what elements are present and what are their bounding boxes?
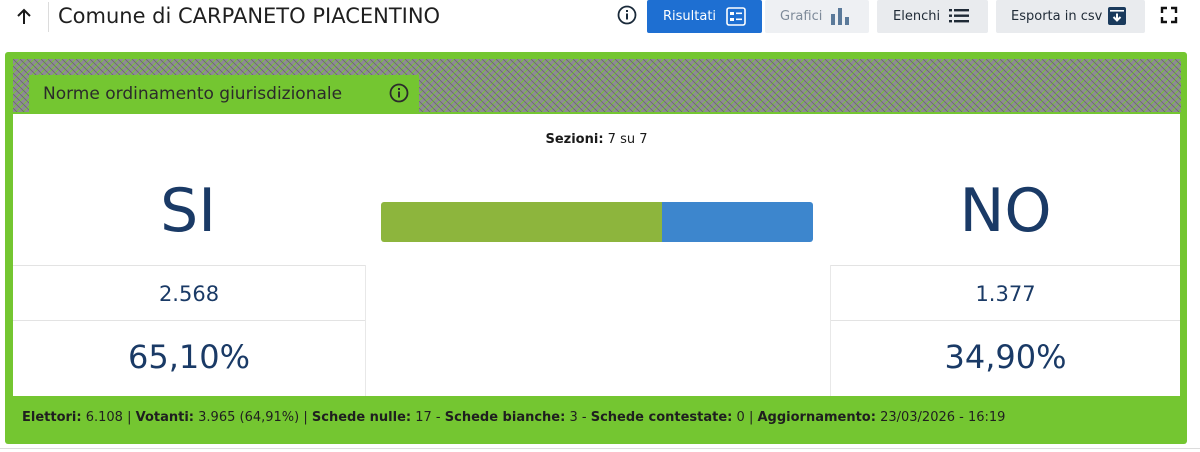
row-divider bbox=[831, 265, 1180, 266]
pattern-band: Norme ordinamento giurisdizionale bbox=[13, 59, 1181, 112]
aggiornamento-label: Aggiornamento: bbox=[757, 410, 876, 425]
results-panel: Sezioni: 7 su 7 SI NO 2.568 1.377 65,10%… bbox=[13, 114, 1180, 396]
no-votes: 1.377 bbox=[975, 282, 1036, 306]
section-header: Norme ordinamento giurisdizionale bbox=[29, 75, 419, 112]
fullscreen-button[interactable] bbox=[1158, 4, 1180, 26]
risultati-button[interactable]: Risultati bbox=[647, 0, 762, 33]
elenchi-label: Elenchi bbox=[893, 9, 941, 24]
risultati-label: Risultati bbox=[663, 9, 717, 24]
si-label: SI bbox=[160, 176, 216, 246]
grafici-label: Grafici bbox=[780, 9, 823, 24]
result-card: Norme ordinamento giurisdizionale Sezion… bbox=[5, 52, 1187, 444]
si-votes: 2.568 bbox=[158, 282, 220, 306]
si-bar-segment bbox=[381, 202, 663, 242]
back-button[interactable] bbox=[8, 2, 40, 32]
row-divider bbox=[13, 265, 365, 266]
list-card-icon bbox=[726, 7, 746, 26]
bullet-list-icon bbox=[949, 9, 969, 23]
bianche-value: 3 bbox=[569, 410, 578, 425]
download-box-icon bbox=[1108, 7, 1126, 25]
contestate-value: 0 bbox=[736, 410, 745, 425]
sezioni-label: Sezioni: bbox=[545, 132, 604, 147]
esporta-csv-button[interactable]: Esporta in csv bbox=[996, 0, 1145, 33]
no-percent: 34,90% bbox=[944, 338, 1067, 376]
result-bar bbox=[381, 202, 813, 242]
elettori-label: Elettori: bbox=[22, 410, 82, 425]
sezioni-count: Sezioni: 7 su 7 bbox=[13, 132, 1180, 147]
aggiornamento-value: 23/03/2026 - 16:19 bbox=[880, 410, 1006, 425]
arrow-up-icon bbox=[17, 8, 31, 24]
contestate-label: Schede contestate: bbox=[590, 410, 733, 425]
info-icon[interactable] bbox=[388, 82, 410, 104]
bianche-label: Schede bianche: bbox=[444, 410, 566, 425]
header-divider bbox=[48, 2, 49, 32]
votanti-label: Votanti: bbox=[135, 410, 195, 425]
summary-footer: Elettori: 6.108 | Votanti: 3.965 (64,91%… bbox=[22, 410, 1006, 425]
bottom-divider bbox=[0, 448, 1200, 449]
row-divider bbox=[13, 320, 365, 321]
nulle-value: 17 bbox=[415, 410, 432, 425]
sezioni-value: 7 su 7 bbox=[607, 132, 648, 147]
bar-chart-icon bbox=[831, 8, 849, 25]
nulle-label: Schede nulle: bbox=[311, 410, 412, 425]
elettori-value: 6.108 bbox=[85, 410, 123, 425]
section-title: Norme ordinamento giurisdizionale bbox=[43, 83, 343, 104]
esporta-csv-label: Esporta in csv bbox=[1011, 9, 1103, 24]
votanti-value: 3.965 (64,91%) bbox=[198, 410, 300, 425]
row-divider bbox=[831, 320, 1180, 321]
info-icon[interactable] bbox=[616, 4, 638, 26]
no-label: NO bbox=[959, 176, 1052, 246]
no-bar-segment bbox=[662, 202, 813, 242]
column-divider bbox=[365, 265, 366, 396]
page-header: Comune di CARPANETO PIACENTINO Risultati… bbox=[0, 0, 1200, 36]
page-title: Comune di CARPANETO PIACENTINO bbox=[58, 4, 441, 28]
si-percent: 65,10% bbox=[127, 338, 250, 376]
elenchi-button[interactable]: Elenchi bbox=[877, 0, 988, 33]
fullscreen-icon bbox=[1160, 6, 1178, 24]
grafici-button[interactable]: Grafici bbox=[765, 0, 869, 33]
